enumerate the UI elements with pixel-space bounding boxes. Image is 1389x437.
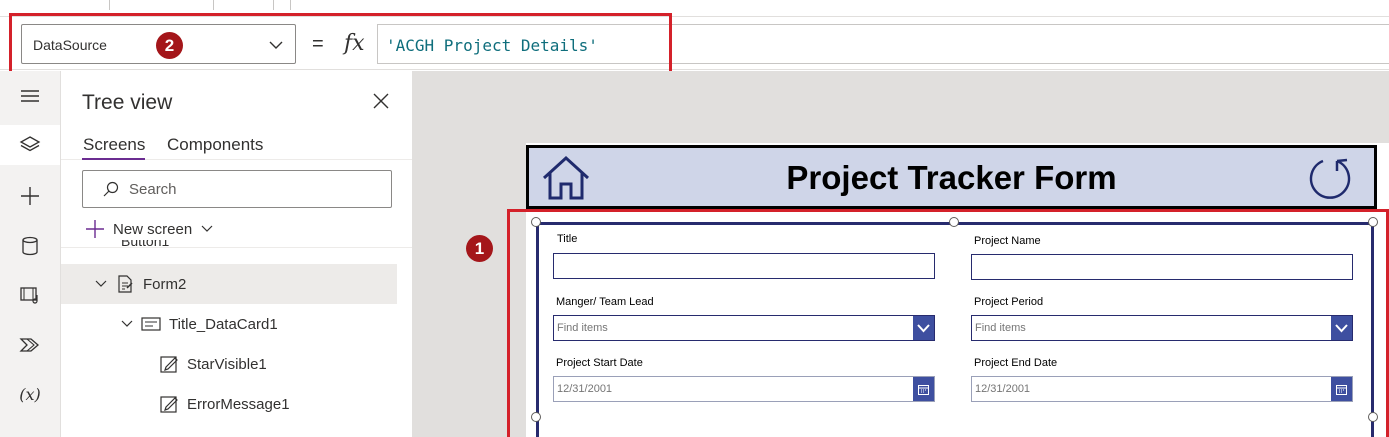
refresh-icon[interactable]: [1307, 155, 1353, 201]
tree-item-title-datacard1[interactable]: Title_DataCard1: [61, 304, 397, 344]
card-icon: [141, 317, 161, 331]
tree-item-errormessage1[interactable]: ErrorMessage1: [61, 384, 397, 424]
tree-view-button[interactable]: [0, 125, 60, 165]
tree-item-label: Form2: [143, 275, 187, 293]
annotation-badge-2: 2: [156, 32, 183, 59]
plus-icon: [21, 187, 39, 205]
new-screen-label: New screen: [113, 220, 193, 238]
tree-item-form2[interactable]: Form2: [61, 264, 397, 304]
app-header: Project Tracker Form: [526, 145, 1377, 209]
separator: [213, 0, 214, 10]
tree-item-label: Title_DataCard1: [169, 315, 278, 333]
tree-item-label: StarVisible1: [187, 355, 267, 373]
tab-components[interactable]: Components: [167, 135, 263, 155]
plus-icon: [86, 220, 104, 238]
tab-screens[interactable]: Screens: [83, 135, 145, 155]
variables-button[interactable]: (x): [10, 374, 50, 414]
active-tab-indicator: [82, 158, 145, 160]
tree-item-starvisible1[interactable]: StarVisible1: [61, 344, 397, 384]
data-button[interactable]: [10, 226, 50, 266]
tree-view-title: Tree view: [82, 91, 173, 114]
tree-view-panel: Tree view Screens Components Search New …: [61, 71, 413, 437]
app-header-title: Project Tracker Form: [786, 159, 1117, 196]
separator: [273, 0, 274, 10]
new-screen-button[interactable]: New screen: [85, 217, 214, 241]
media-button[interactable]: [10, 275, 50, 315]
layers-icon: [19, 136, 41, 152]
separator: [109, 0, 110, 10]
search-input[interactable]: Search: [82, 170, 392, 208]
chevron-down-icon: [121, 320, 133, 327]
form-icon: [118, 275, 133, 293]
search-icon: [103, 181, 119, 197]
chevron-down-icon: [95, 280, 107, 287]
power-automate-icon: [19, 338, 39, 352]
media-icon: [20, 287, 38, 304]
annotation-badge-1: 1: [466, 235, 493, 262]
annotation-highlight-form: [507, 209, 1389, 437]
power-automate-button[interactable]: [10, 325, 50, 365]
annotation-highlight-formula: [9, 13, 672, 74]
tree-item-label: ErrorMessage1: [187, 395, 290, 413]
hamburger-menu-icon: [21, 90, 39, 102]
left-rail: (x): [0, 71, 61, 437]
edit-icon: [160, 356, 178, 373]
divider: [61, 247, 412, 248]
database-icon: [22, 236, 38, 256]
search-placeholder: Search: [129, 181, 177, 198]
hamburger-menu-button[interactable]: [10, 76, 50, 116]
edit-icon: [160, 396, 178, 413]
chevron-down-icon: [201, 225, 213, 232]
insert-button[interactable]: [10, 176, 50, 216]
close-icon[interactable]: [371, 91, 391, 111]
variables-icon: (x): [19, 384, 41, 404]
separator: [290, 0, 291, 10]
